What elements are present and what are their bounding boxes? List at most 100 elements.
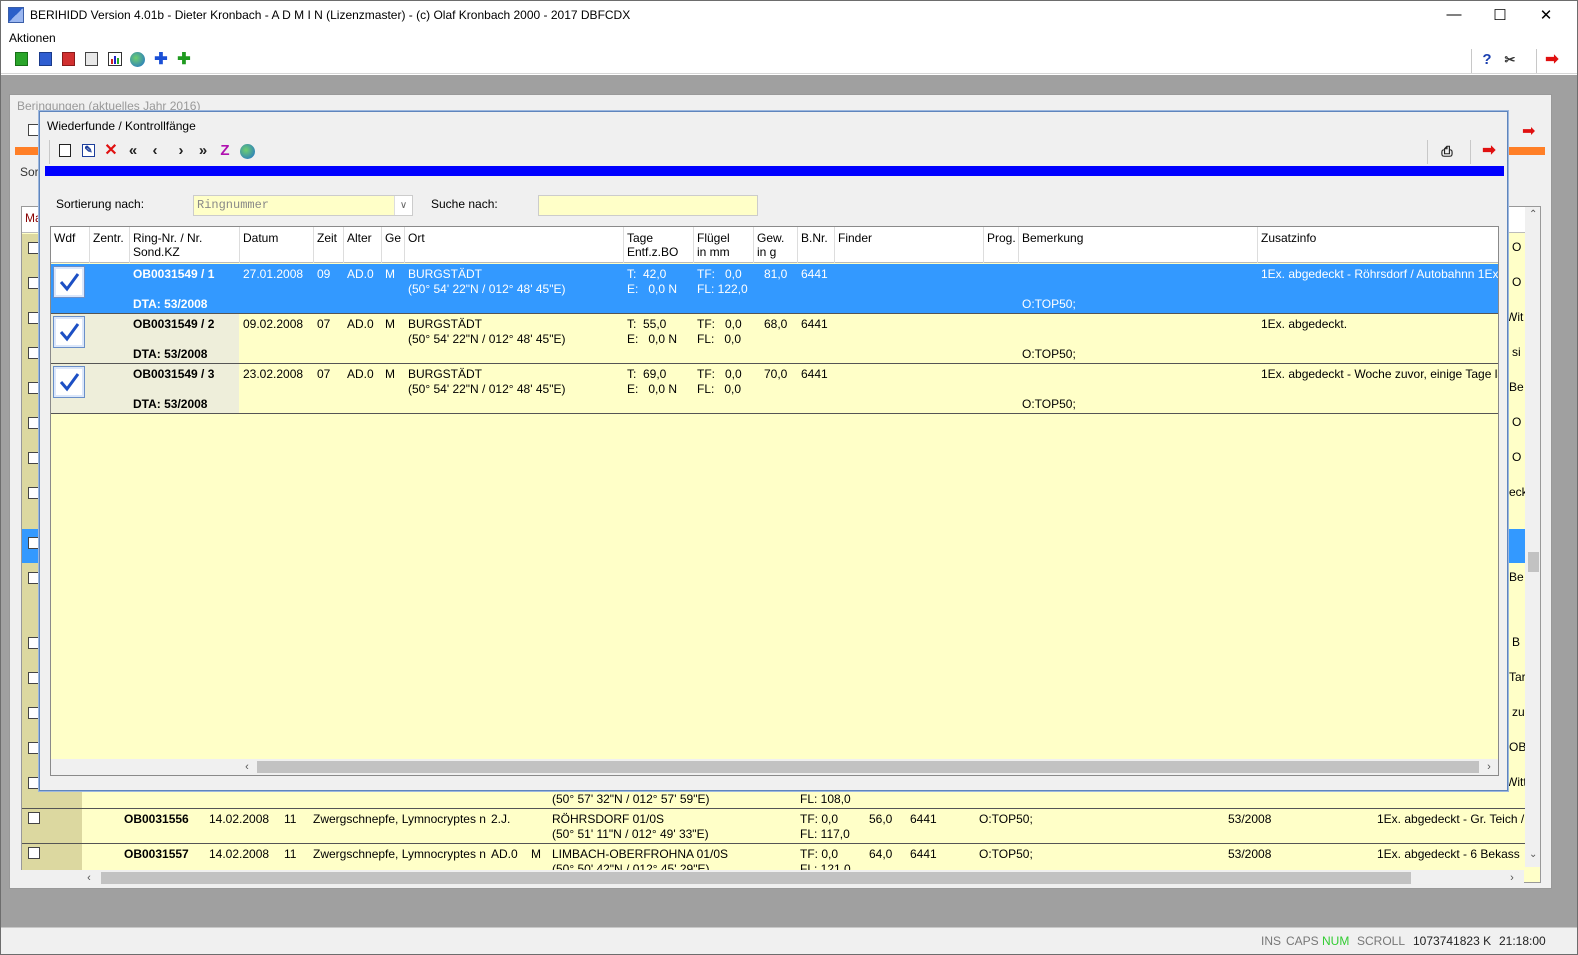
bg-tf: TF: 0,0 (800, 847, 839, 861)
menu-bar: Aktionen (1, 28, 1577, 47)
z-icon[interactable]: Z (217, 143, 233, 159)
header-prog[interactable]: Prog. (987, 231, 1016, 245)
close-button[interactable]: ✕ (1523, 1, 1569, 28)
bg-row-fragment: Witt (1506, 775, 1527, 789)
bg-row-checkbox[interactable] (28, 847, 40, 859)
header-alter[interactable]: Alter (347, 231, 372, 245)
cell-bemerkung: O:TOP50; (1022, 347, 1076, 361)
scroll-right-icon[interactable]: › (1481, 759, 1497, 775)
cell-ge: M (385, 267, 395, 281)
prev-record-icon[interactable]: ‹ (147, 143, 163, 159)
bg-row-fragment: O (1512, 240, 1522, 254)
header-finder[interactable]: Finder (838, 231, 872, 245)
cell-gew: 68,0 (764, 317, 788, 331)
scroll-left-icon[interactable]: ‹ (81, 870, 97, 886)
table-row[interactable]: OB0031549 / 1 DTA: 53/2008 27.01.2008 09… (51, 264, 1499, 314)
cell-tf: TF: 0,0 (697, 317, 742, 331)
bg-row-checkbox[interactable] (28, 812, 40, 824)
cell-coord: (50° 54' 22"N / 012° 48' 45"E) (408, 282, 566, 296)
globe-icon[interactable] (240, 144, 255, 159)
bg-bem: O:TOP50; (979, 847, 1033, 861)
help-icon[interactable]: ? (1479, 52, 1495, 68)
bg-ort: RÖHRSDORF 01/0S (552, 812, 665, 826)
header-zeit[interactable]: Zeit (317, 231, 337, 245)
bg-horizontal-scrollbar[interactable]: ‹ › (21, 870, 1524, 886)
header-zusatzinfo[interactable]: Zusatzinfo (1261, 231, 1316, 245)
maximize-button[interactable]: ☐ (1477, 1, 1523, 28)
table-row[interactable]: OB0031549 / 3 DTA: 53/2008 23.02.2008 07… (51, 364, 1498, 414)
header-datum[interactable]: Datum (243, 231, 278, 245)
header-wdf[interactable]: Wdf (54, 231, 75, 245)
cell-zeit: 09 (317, 267, 331, 281)
tools-icon[interactable]: ✂ (1502, 52, 1518, 68)
new-record-icon[interactable] (59, 144, 71, 157)
bg-art: Zwergschnepfe, Lymnocryptes n (313, 847, 486, 861)
chevron-down-icon[interactable]: ∨ (394, 196, 412, 215)
bg-alter: AD.0 (491, 847, 518, 861)
globe-icon[interactable] (130, 52, 145, 67)
puzzle-blue-icon[interactable]: ✚ (153, 52, 169, 68)
cell-ring: OB0031549 / 2 (133, 317, 215, 331)
bg-bem: O:TOP50; (979, 812, 1033, 826)
last-record-icon[interactable]: » (195, 143, 211, 159)
delete-record-icon[interactable]: ✕ (103, 143, 119, 159)
header-ring[interactable]: Ring-Nr. / Nr. Sond.KZ (133, 231, 202, 259)
cell-ort: BURGSTÄDT (408, 367, 483, 381)
bg-tf: TF: 0,0 (800, 812, 839, 826)
cell-zeit: 07 (317, 317, 331, 331)
cell-zeit: 07 (317, 367, 331, 381)
sort-select[interactable]: Ringnummer ∨ (193, 195, 413, 216)
list-red-icon[interactable] (62, 52, 75, 66)
cell-zusatzinfo: 1Ex. abgedeckt - Röhrsdorf / Autobahnn 1… (1261, 267, 1499, 281)
bg-dta: 53/2008 (1228, 847, 1272, 861)
app-icon (8, 6, 24, 23)
cell-tage: T: 69,0 (627, 367, 667, 381)
header-bnr[interactable]: B.Nr. (801, 231, 828, 245)
menu-aktionen[interactable]: Aktionen (1, 31, 64, 45)
cell-bnr: 6441 (801, 367, 828, 381)
header-ge[interactable]: Ge (385, 231, 401, 245)
bg-bnr: 6441 (910, 847, 937, 861)
edit-record-icon[interactable]: ✎ (82, 144, 95, 157)
grid-horizontal-scrollbar[interactable]: ‹ › (51, 759, 1498, 775)
cell-entf: E: 0,0 N (627, 282, 678, 296)
cell-gew: 81,0 (764, 267, 788, 281)
status-time: 21:18:00 (1499, 934, 1546, 948)
bg-date: 14.02.2008 (209, 847, 270, 861)
bg-dta: 53/2008 (1228, 812, 1272, 826)
dialog-exit-arrow-icon[interactable]: ➡ (1481, 143, 1497, 159)
wiederfunde-grid: Wdf Zentr. Ring-Nr. / Nr. Sond.KZ Datum … (50, 226, 1499, 776)
bg-exit-arrow-icon[interactable]: ➡ (1522, 121, 1535, 141)
list-blue-icon[interactable] (39, 52, 52, 66)
cell-bemerkung: O:TOP50; (1022, 397, 1076, 411)
wdf-checkbox[interactable] (53, 266, 85, 298)
header-tage[interactable]: Tage Entf.z.BO (627, 231, 678, 259)
list-gray-icon[interactable] (85, 52, 98, 66)
minimize-button[interactable]: — (1431, 1, 1477, 28)
header-fluegel[interactable]: Flügel in mm (697, 231, 730, 259)
bg-vertical-scrollbar[interactable]: ⌃ ⌄ (1525, 207, 1540, 867)
puzzle-green-icon[interactable]: ✚ (176, 52, 192, 68)
header-bemerkung[interactable]: Bemerkung (1022, 231, 1083, 245)
first-record-icon[interactable]: « (125, 143, 141, 159)
print-icon[interactable]: ⎙ (1439, 143, 1455, 159)
exit-arrow-icon[interactable]: ➡ (1544, 52, 1560, 68)
header-zentr[interactable]: Zentr. (93, 231, 124, 245)
cell-datum: 27.01.2008 (243, 267, 304, 281)
wdf-checkbox[interactable] (53, 366, 85, 398)
header-gew[interactable]: Gew. in g (757, 231, 784, 259)
next-record-icon[interactable]: › (173, 143, 189, 159)
scroll-left-icon[interactable]: ‹ (239, 759, 255, 775)
bg-gew: 56,0 (869, 812, 893, 826)
app-window: BERIHIDD Version 4.01b - Dieter Kronbach… (0, 0, 1578, 955)
cell-tage: T: 55,0 (627, 317, 667, 331)
chart-icon[interactable] (108, 52, 122, 66)
sort-label: Sortierung nach: (56, 197, 145, 211)
table-row[interactable]: OB0031549 / 2 DTA: 53/2008 09.02.2008 07… (51, 314, 1498, 364)
cell-datum: 09.02.2008 (243, 317, 304, 331)
list-green-icon[interactable] (15, 52, 28, 66)
scroll-right-icon[interactable]: › (1504, 870, 1520, 886)
wdf-checkbox[interactable] (53, 316, 85, 348)
header-ort[interactable]: Ort (408, 231, 425, 245)
search-input[interactable] (538, 195, 758, 216)
